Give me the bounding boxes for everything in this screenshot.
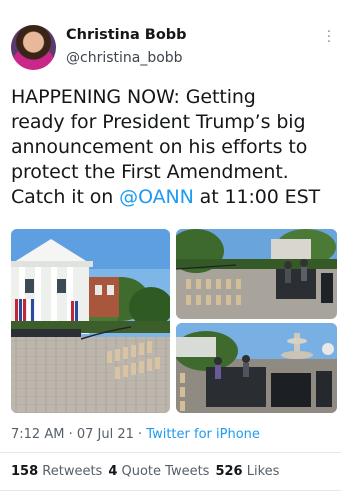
author-handle[interactable]: @christina_bobb: [66, 50, 183, 66]
tweet-line: announcement on his efforts to: [11, 136, 308, 158]
tweet-line: ready for President Trump’s big: [11, 111, 306, 133]
divider: [0, 452, 341, 453]
tweet-card: Christina Bobb @christina_bobb · · · HAPPE…: [0, 0, 341, 500]
quote-tweets-label: Quote Tweets: [117, 464, 210, 479]
divider: [0, 490, 341, 491]
author-name[interactable]: Christina Bobb: [66, 27, 187, 43]
tweet-photo[interactable]: [11, 229, 170, 413]
photo-fountain-equipment: [176, 323, 337, 413]
tweet-line: protect the First Amendment.: [11, 161, 289, 183]
photo-chairs-setup: [176, 229, 337, 319]
avatar[interactable]: [11, 25, 56, 70]
likes-label: Likes: [242, 464, 280, 479]
likes-count: 526: [215, 464, 243, 479]
tweet-timestamp: 7:12 AM · 07 Jul 21 · Twitter for iPhone: [11, 427, 260, 442]
separator: ·: [64, 427, 77, 442]
more-vertical-icon[interactable]: · · ·: [325, 26, 333, 49]
tweet-text-segment: Catch it on: [11, 186, 120, 208]
tweet-text: HAPPENING NOW: Getting ready for Preside…: [11, 85, 336, 210]
tweet-text-segment: at 11:00 EST: [193, 186, 321, 208]
photo-white-house-lawn: [11, 229, 170, 413]
tweet-photo[interactable]: [176, 323, 337, 413]
quote-tweets-stat[interactable]: 4 Quote Tweets: [108, 464, 209, 479]
tweet-line: Catch it on @OANN at 11:00 EST: [11, 185, 336, 210]
tweet-time[interactable]: 7:12 AM: [11, 427, 64, 442]
retweets-count: 158: [11, 464, 39, 479]
tweet-stats: 158 Retweets 4 Quote Tweets 526 Likes: [11, 464, 279, 479]
mention-link[interactable]: @OANN: [119, 186, 194, 208]
tweet-photo[interactable]: [176, 229, 337, 319]
likes-stat[interactable]: 526 Likes: [215, 464, 279, 479]
tweet-date[interactable]: 07 Jul 21: [77, 427, 134, 442]
retweets-label: Retweets: [38, 464, 103, 479]
tweet-source-link[interactable]: Twitter for iPhone: [146, 427, 260, 442]
separator: ·: [133, 427, 147, 442]
tweet-line: HAPPENING NOW: Getting: [11, 86, 256, 108]
retweets-stat[interactable]: 158 Retweets: [11, 464, 102, 479]
